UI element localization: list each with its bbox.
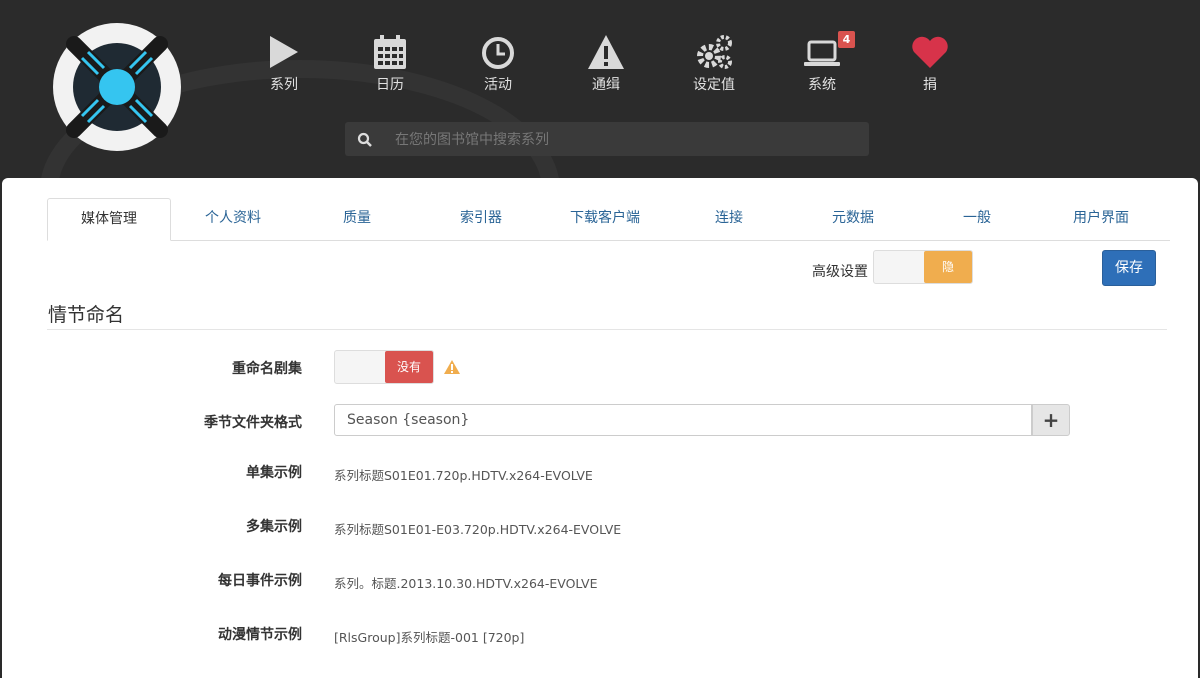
nav-calendar[interactable]: 日历	[336, 34, 444, 98]
top-header: 系列 日历 活动 通缉 设定值 系统 捐 4 在您的图书馆中搜索系列	[0, 0, 1200, 178]
tab-profiles[interactable]: 个人资料	[171, 198, 295, 239]
search-input[interactable]	[393, 126, 857, 154]
tab-quality[interactable]: 质量	[295, 198, 419, 239]
tab-metadata[interactable]: 元数据	[791, 198, 915, 239]
section-title: 情节命名	[48, 304, 125, 326]
multi-episode-example-label: 多集示例	[246, 519, 302, 535]
sonarr-logo-icon[interactable]	[52, 22, 182, 152]
nav-donate-label: 捐	[923, 77, 937, 93]
season-folder-input[interactable]: Season {season}	[334, 404, 1032, 436]
nav-activity[interactable]: 活动	[444, 34, 552, 98]
system-badge: 4	[838, 31, 855, 48]
advanced-settings-toggle[interactable]: 隐	[873, 250, 973, 284]
rename-episodes-label: 重命名剧集	[232, 361, 302, 377]
daily-episode-example-label: 每日事件示例	[218, 573, 302, 589]
search-icon	[357, 132, 372, 147]
add-token-button[interactable]: +	[1032, 404, 1070, 436]
tab-download-clients[interactable]: 下载客户端	[543, 198, 667, 239]
advanced-toggle-state: 隐	[924, 251, 972, 283]
settings-panel: 媒体管理 个人资料 质量 索引器 下载客户端 连接 元数据 一般 用户界面 高级…	[2, 178, 1198, 678]
section-divider	[47, 329, 1167, 330]
nav-system[interactable]: 系统	[768, 34, 876, 98]
gears-icon	[697, 35, 732, 69]
settings-tabs: 媒体管理 个人资料 质量 索引器 下载客户端 连接 元数据 一般 用户界面	[47, 198, 1170, 241]
laptop-icon	[804, 40, 840, 66]
anime-episode-example-value: [RlsGroup]系列标题-001 [720p]	[334, 630, 525, 645]
rename-episodes-toggle[interactable]: 没有	[334, 350, 434, 384]
warning-icon	[588, 35, 624, 69]
single-episode-example-label: 单集示例	[246, 465, 302, 481]
multi-episode-example-value: 系列标题S01E01-E03.720p.HDTV.x264-EVOLVE	[334, 522, 622, 537]
heart-icon	[912, 36, 948, 68]
nav-series-label: 系列	[270, 77, 298, 93]
nav-settings[interactable]: 设定值	[660, 34, 768, 98]
tab-media-management[interactable]: 媒体管理	[47, 198, 171, 241]
warning-icon	[444, 360, 460, 374]
season-folder-label: 季节文件夹格式	[204, 415, 302, 431]
nav-calendar-label: 日历	[376, 77, 404, 93]
nav-wanted[interactable]: 通缉	[552, 34, 660, 98]
nav-system-label: 系统	[808, 77, 836, 93]
nav-donate[interactable]: 捐	[876, 34, 984, 98]
advanced-settings-label: 高级设置	[812, 264, 868, 280]
clock-icon	[482, 37, 514, 69]
play-icon	[270, 36, 298, 68]
tab-general[interactable]: 一般	[915, 198, 1039, 239]
search-bar	[345, 122, 869, 156]
tab-ui[interactable]: 用户界面	[1039, 198, 1163, 239]
nav-settings-label: 设定值	[693, 77, 735, 93]
calendar-icon	[374, 35, 406, 69]
save-button[interactable]: 保存	[1102, 250, 1156, 286]
single-episode-example-value: 系列标题S01E01.720p.HDTV.x264-EVOLVE	[334, 468, 593, 483]
daily-episode-example-value: 系列。标题.2013.10.30.HDTV.x264-EVOLVE	[334, 576, 598, 591]
nav-activity-label: 活动	[484, 77, 512, 93]
tab-indexers[interactable]: 索引器	[419, 198, 543, 239]
tab-connect[interactable]: 连接	[667, 198, 791, 239]
nav-wanted-label: 通缉	[592, 77, 620, 93]
rename-toggle-state: 没有	[385, 351, 433, 383]
nav-series[interactable]: 系列	[230, 34, 338, 98]
anime-episode-example-label: 动漫情节示例	[218, 627, 302, 643]
